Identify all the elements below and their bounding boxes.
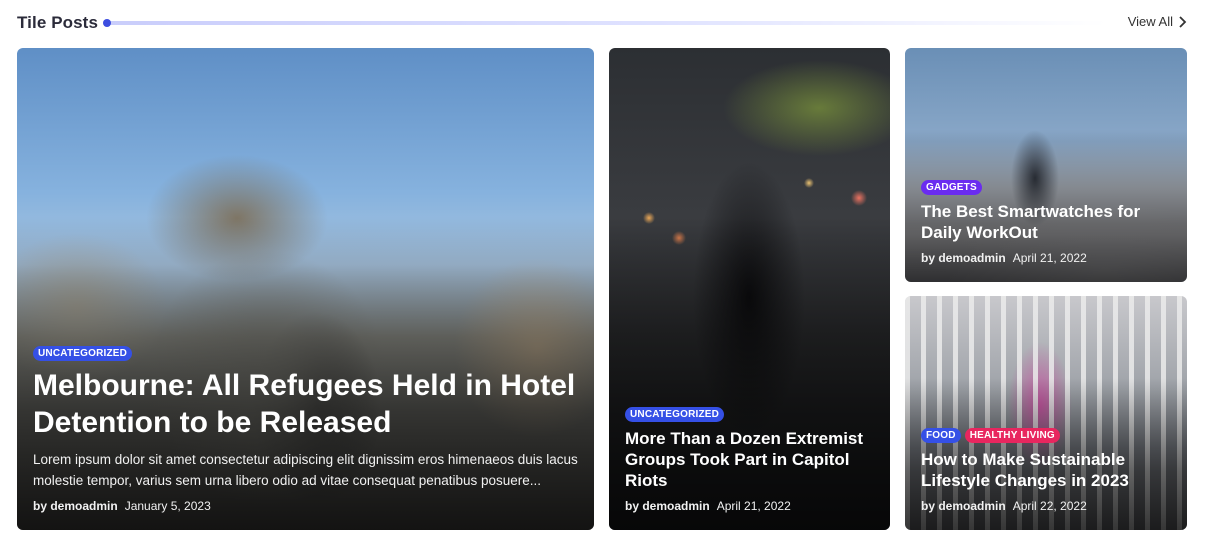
post-excerpt: Lorem ipsum dolor sit amet consectetur a… [33,452,578,488]
post-title[interactable]: Melbourne: All Refugees Held in Hotel De… [33,367,578,441]
post-meta: by demoadmin April 22, 2022 [921,499,1171,513]
post-date: April 22, 2022 [1012,499,1087,513]
post-date: April 21, 2022 [716,499,791,513]
title-divider-line [107,21,1107,25]
post-meta: by demoadmin April 21, 2022 [921,251,1171,265]
title-divider-dot [103,19,111,27]
category-badge[interactable]: Uncategorized [33,346,133,361]
post-title[interactable]: How to Make Sustainable Lifestyle Change… [921,449,1171,491]
post-author[interactable]: by demoadmin [33,499,118,513]
post-content: Uncategorized Melbourne: All Refugees He… [33,346,578,513]
category-badge[interactable]: Gadgets [921,180,982,195]
post-content: Food Healthy Living How to Make Sustaina… [921,428,1171,513]
section-header: Tile Posts View All [17,10,1187,36]
post-author[interactable]: by demoadmin [921,499,1006,513]
view-all-link[interactable]: View All [1128,14,1187,29]
post-tile-tall[interactable]: Uncategorized More Than a Dozen Extremis… [609,48,890,530]
post-meta: by demoadmin January 5, 2023 [33,499,578,513]
post-tile-small[interactable]: Food Healthy Living How to Make Sustaina… [905,296,1187,530]
post-date: April 21, 2022 [1012,251,1087,265]
post-content: Uncategorized More Than a Dozen Extremis… [625,407,874,513]
view-all-label: View All [1127,14,1173,29]
post-tile-small[interactable]: Gadgets The Best Smartwatches for Daily … [905,48,1187,282]
post-author[interactable]: by demoadmin [921,251,1006,265]
post-meta: by demoadmin April 21, 2022 [625,499,874,513]
post-author[interactable]: by demoadmin [625,499,710,513]
chevron-right-icon [1179,15,1187,28]
post-tile-large[interactable]: Uncategorized Melbourne: All Refugees He… [17,48,594,530]
category-badge[interactable]: Uncategorized [625,407,725,422]
post-date: January 5, 2023 [124,499,211,513]
post-content: Gadgets The Best Smartwatches for Daily … [921,180,1171,265]
category-badge[interactable]: Healthy Living [964,428,1060,443]
category-badge[interactable]: Food [921,428,961,443]
post-title[interactable]: The Best Smartwatches for Daily WorkOut [921,201,1171,243]
section-title: Tile Posts [17,13,98,32]
post-title[interactable]: More Than a Dozen Extremist Groups Took … [625,428,874,491]
